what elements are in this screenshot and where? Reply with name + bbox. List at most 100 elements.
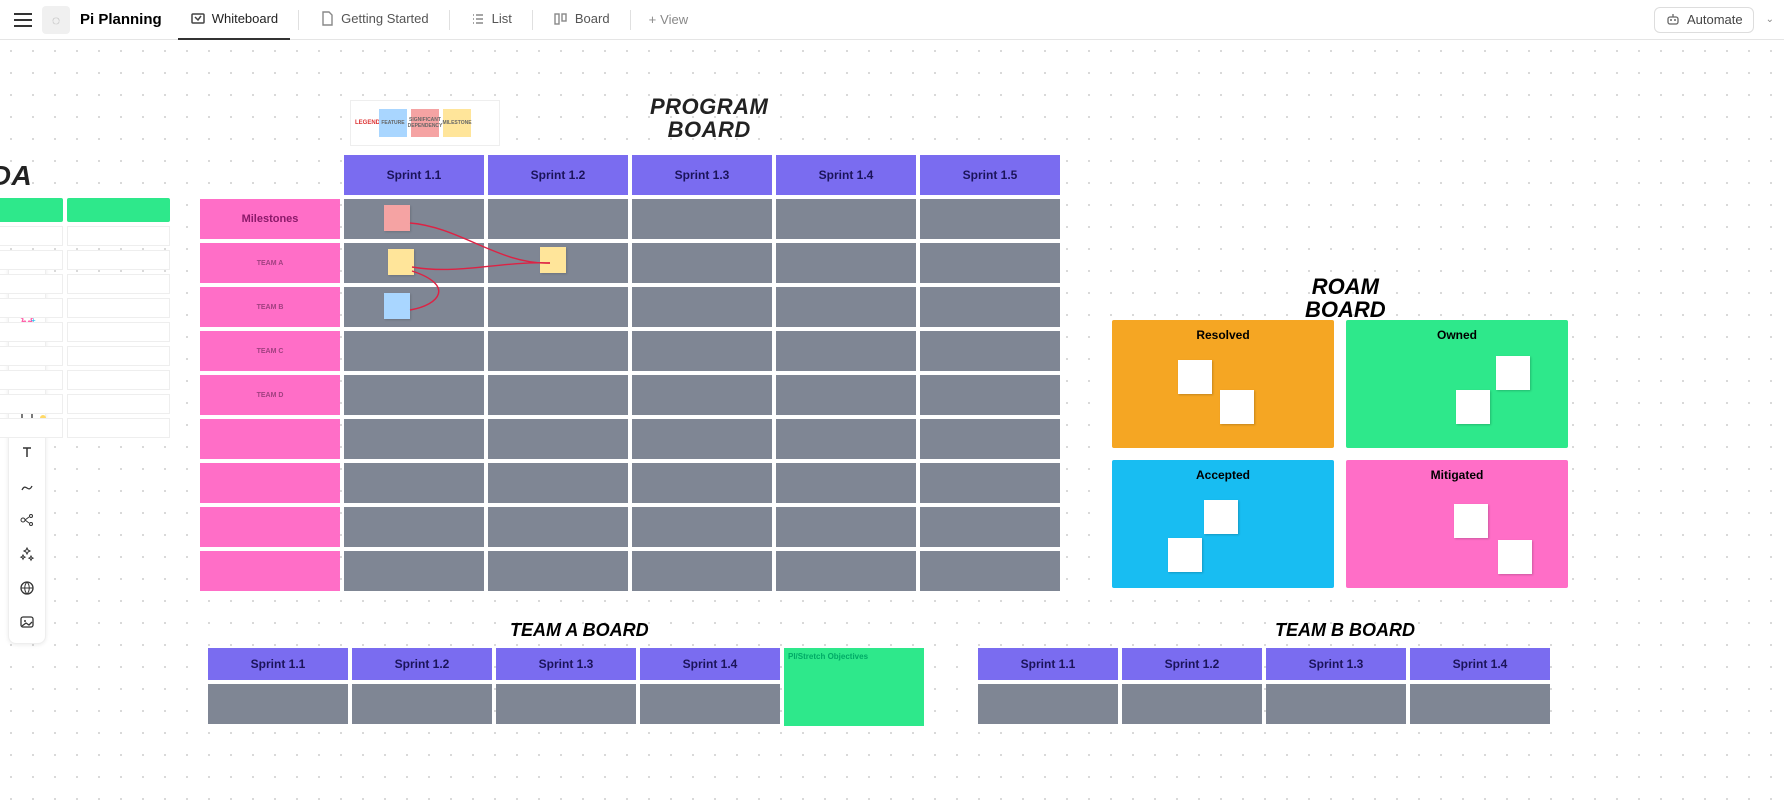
sticky-note[interactable] [384,293,410,319]
sticky-note[interactable] [1496,356,1530,390]
board-cell[interactable] [632,199,772,239]
board-cell[interactable] [1266,684,1406,724]
automate-button[interactable]: Automate [1654,7,1754,33]
board-cell[interactable] [920,375,1060,415]
sprint-header[interactable]: Sprint 1.4 [776,155,916,195]
board-cell[interactable] [1122,684,1262,724]
board-cell[interactable] [920,331,1060,371]
page-emoji-icon[interactable]: ◌ [42,6,70,34]
board-cell[interactable] [920,419,1060,459]
row-label[interactable] [200,507,340,547]
agenda-cell[interactable] [67,250,170,270]
sticky-note[interactable] [1498,540,1532,574]
board-cell[interactable] [344,375,484,415]
sticky-note[interactable] [540,247,566,273]
roam-card[interactable]: Accepted [1112,460,1334,588]
board-cell[interactable] [344,463,484,503]
row-label[interactable]: TEAM B [200,287,340,327]
tool-image[interactable] [12,607,42,637]
board-cell[interactable] [776,331,916,371]
board-cell[interactable] [488,243,628,283]
agenda-cell[interactable] [0,394,63,414]
board-cell[interactable] [776,287,916,327]
board-cell[interactable] [488,551,628,591]
whiteboard-canvas[interactable]: + NDA LEGEND FEATURE SIGNIFICANT [0,40,1784,802]
board-cell[interactable] [920,551,1060,591]
agenda-cell[interactable] [0,370,63,390]
agenda-cell[interactable] [67,370,170,390]
agenda-cell[interactable] [0,298,63,318]
roam-card[interactable]: Resolved [1112,320,1334,448]
tab-whiteboard[interactable]: Whiteboard [178,0,290,40]
tool-magic[interactable] [12,539,42,569]
sprint-header[interactable]: Sprint 1.4 [1410,648,1550,680]
row-label[interactable]: Milestones [200,199,340,239]
sticky-note[interactable] [388,249,414,275]
tool-connector[interactable] [12,471,42,501]
sprint-header[interactable]: Sprint 1.2 [488,155,628,195]
tool-mindmap[interactable] [12,505,42,535]
row-label[interactable] [200,463,340,503]
sprint-header[interactable]: Sprint 1.1 [978,648,1118,680]
tool-globe[interactable] [12,573,42,603]
sticky-note[interactable] [1454,504,1488,538]
board-cell[interactable] [920,463,1060,503]
tab-getting-started[interactable]: Getting Started [307,0,440,40]
sticky-note[interactable] [1168,538,1202,572]
sprint-header[interactable]: Sprint 1.3 [496,648,636,680]
sprint-header[interactable]: Sprint 1.5 [920,155,1060,195]
board-cell[interactable] [920,287,1060,327]
agenda-cell[interactable] [0,250,63,270]
board-cell[interactable] [344,551,484,591]
row-label[interactable] [200,551,340,591]
board-cell[interactable] [352,684,492,724]
board-cell[interactable] [920,507,1060,547]
board-cell[interactable] [632,463,772,503]
tab-list[interactable]: List [458,0,524,40]
board-cell[interactable] [344,287,484,327]
board-cell[interactable] [344,419,484,459]
sprint-header[interactable]: Sprint 1.1 [344,155,484,195]
board-cell[interactable] [488,375,628,415]
board-cell[interactable] [632,331,772,371]
board-cell[interactable] [488,419,628,459]
sticky-note[interactable] [1204,500,1238,534]
board-cell[interactable] [344,331,484,371]
add-view-button[interactable]: + View [639,12,699,27]
sprint-header[interactable]: Sprint 1.3 [632,155,772,195]
legend-card[interactable]: LEGEND FEATURE SIGNIFICANT DEPENDENCY MI… [350,100,500,146]
agenda-cell[interactable] [67,298,170,318]
board-cell[interactable] [208,684,348,724]
sticky-note[interactable] [1220,390,1254,424]
roam-card[interactable]: Owned [1346,320,1568,448]
board-cell[interactable] [776,507,916,547]
board-cell[interactable] [640,684,780,724]
row-label[interactable] [200,419,340,459]
tool-text[interactable] [12,437,42,467]
row-label[interactable]: TEAM D [200,375,340,415]
board-cell[interactable] [920,243,1060,283]
board-cell[interactable] [488,463,628,503]
board-cell[interactable] [632,287,772,327]
agenda-cell[interactable] [67,418,170,438]
board-cell[interactable] [776,199,916,239]
row-label[interactable]: TEAM A [200,243,340,283]
sprint-header[interactable]: Sprint 1.3 [1266,648,1406,680]
sticky-note[interactable] [1178,360,1212,394]
board-cell[interactable] [488,507,628,547]
sticky-note[interactable] [384,205,410,231]
board-cell[interactable] [920,199,1060,239]
board-cell[interactable] [488,287,628,327]
sprint-header[interactable]: Sprint 1.4 [640,648,780,680]
roam-card[interactable]: Mitigated [1346,460,1568,588]
board-cell[interactable] [776,463,916,503]
board-cell[interactable] [344,199,484,239]
board-cell[interactable] [776,375,916,415]
agenda-cell[interactable] [67,346,170,366]
board-cell[interactable] [776,419,916,459]
board-cell[interactable] [776,243,916,283]
board-cell[interactable] [496,684,636,724]
tab-board[interactable]: Board [541,0,622,40]
agenda-cell[interactable] [0,418,63,438]
board-cell[interactable] [632,375,772,415]
